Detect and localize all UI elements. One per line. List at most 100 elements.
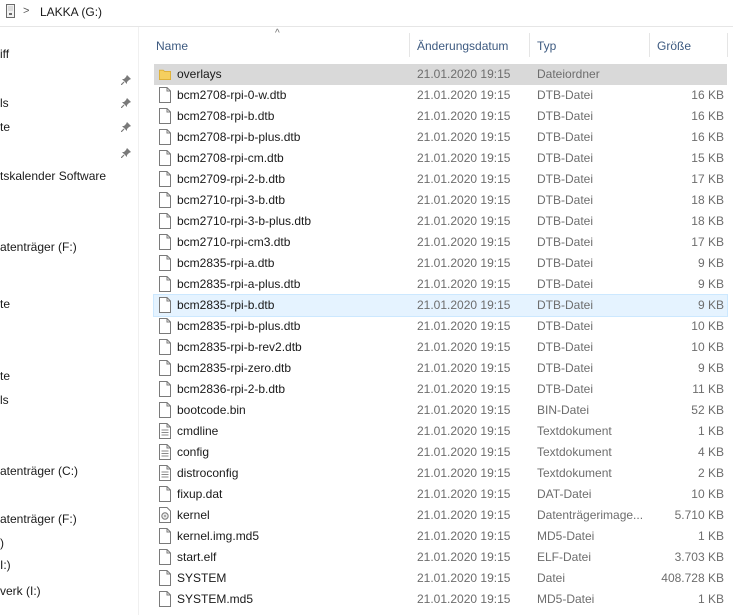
file-name: bcm2710-rpi-3-b.dtb — [177, 193, 286, 207]
file-name: bcm2835-rpi-a-plus.dtb — [177, 277, 301, 291]
nav-item[interactable]: te — [0, 366, 10, 386]
column-header-date[interactable]: Änderungsdatum — [417, 39, 508, 53]
file-name: bcm2708-rpi-b.dtb — [177, 109, 275, 123]
file-row[interactable]: overlays 21.01.2020 19:15 Dateiordner — [154, 64, 727, 85]
file-type: DTB-Datei — [537, 277, 594, 291]
file-type: Datei — [537, 571, 566, 585]
file-date: 21.01.2020 19:15 — [417, 403, 511, 417]
nav-item[interactable]: verk (I:) — [0, 581, 41, 601]
file-type: DTB-Datei — [537, 130, 594, 144]
file-row[interactable]: kernel 21.01.2020 19:15 Datenträgerimage..… — [154, 505, 727, 526]
file-name: bcm2835-rpi-b-rev2.dtb — [177, 340, 302, 354]
file-row[interactable]: SYSTEM.md5 21.01.2020 19:15 MD5-Datei 1 KB — [154, 589, 727, 610]
file-row[interactable]: config 21.01.2020 19:15 Textdokument 4 KB — [154, 442, 727, 463]
file-type: DTB-Datei — [537, 319, 594, 333]
file-date: 21.01.2020 19:15 — [417, 424, 511, 438]
column-divider[interactable] — [409, 33, 410, 57]
file-type: DTB-Datei — [537, 214, 594, 228]
column-divider[interactable] — [727, 33, 728, 57]
file-size: 408.728 KB — [661, 571, 724, 585]
file-row[interactable]: bcm2710-rpi-3-b.dtb 21.01.2020 19:15 DTB-D… — [154, 190, 727, 211]
file-name: fixup.dat — [177, 487, 223, 501]
folder-icon — [159, 69, 171, 80]
file-row[interactable]: bcm2710-rpi-cm3.dtb 21.01.2020 19:15 DTB-D… — [154, 232, 727, 253]
nav-item[interactable]: te — [0, 117, 10, 137]
nav-item[interactable]: I:) — [0, 555, 11, 575]
file-row[interactable]: bcm2835-rpi-b-plus.dtb 21.01.2020 19:15 DT… — [154, 316, 727, 337]
file-row[interactable]: bootcode.bin 21.01.2020 19:15 BIN-Datei 52 … — [154, 400, 727, 421]
file-date: 21.01.2020 19:15 — [417, 235, 511, 249]
file-row[interactable]: bcm2708-rpi-b.dtb 21.01.2020 19:15 DTB-Dat… — [154, 106, 727, 127]
file-name: bcm2708-rpi-0-w.dtb — [177, 88, 287, 102]
file-type: DTB-Datei — [537, 256, 594, 270]
file-row[interactable]: bcm2710-rpi-3-b-plus.dtb 21.01.2020 19:15… — [154, 211, 727, 232]
file-row[interactable]: bcm2835-rpi-a-plus.dtb 21.01.2020 19:15 DT… — [154, 274, 727, 295]
file-icon — [159, 339, 171, 355]
file-icon — [159, 150, 171, 166]
file-row[interactable]: bcm2836-rpi-2-b.dtb 21.01.2020 19:15 DTB-D… — [154, 379, 727, 400]
column-header-type[interactable]: Typ — [537, 39, 556, 53]
file-date: 21.01.2020 19:15 — [417, 361, 511, 375]
file-icon — [159, 213, 171, 229]
file-date: 21.01.2020 19:15 — [417, 466, 511, 480]
pin-icon[interactable] — [121, 75, 131, 85]
file-date: 21.01.2020 19:15 — [417, 382, 511, 396]
file-type: BIN-Datei — [537, 403, 590, 417]
file-date: 21.01.2020 19:15 — [417, 571, 511, 585]
pin-icon[interactable] — [121, 122, 131, 132]
pin-icon[interactable] — [121, 98, 131, 108]
sort-ascending-icon: ^ — [275, 28, 280, 39]
nav-item[interactable]: atenträger (F:) — [0, 237, 77, 257]
nav-item[interactable]: ls — [0, 390, 9, 410]
file-row[interactable]: distroconfig 21.01.2020 19:15 Textdokument… — [154, 463, 727, 484]
file-row[interactable]: bcm2835-rpi-b.dtb 21.01.2020 19:15 DTB-Dat… — [153, 294, 728, 317]
column-divider[interactable] — [649, 33, 650, 57]
nav-item[interactable]: te — [0, 294, 10, 314]
address-bar[interactable]: > LAKKA (G:) — [0, 0, 733, 27]
file-size: 10 KB — [691, 319, 724, 333]
nav-item[interactable]: ls — [0, 93, 9, 113]
pin-icon[interactable] — [121, 148, 131, 158]
file-row[interactable]: bcm2835-rpi-a.dtb 21.01.2020 19:15 DTB-Dat… — [154, 253, 727, 274]
nav-item[interactable]: tskalender Software — [0, 166, 106, 186]
file-name: bcm2835-rpi-b-plus.dtb — [177, 319, 301, 333]
file-row[interactable]: bcm2708-rpi-0-w.dtb 21.01.2020 19:15 DTB-D… — [154, 85, 727, 106]
file-row[interactable]: bcm2709-rpi-2-b.dtb 21.01.2020 19:15 DTB-D… — [154, 169, 727, 190]
file-row[interactable]: bcm2708-rpi-cm.dtb 21.01.2020 19:15 DTB-Da… — [154, 148, 727, 169]
file-date: 21.01.2020 19:15 — [417, 214, 511, 228]
file-type: DTB-Datei — [537, 88, 594, 102]
file-row[interactable]: cmdline 21.01.2020 19:15 Textdokument 1 KB — [154, 421, 727, 442]
file-type: Textdokument — [537, 424, 612, 438]
file-size: 16 KB — [691, 130, 724, 144]
column-header-name[interactable]: Name — [156, 39, 188, 53]
file-row[interactable]: bcm2835-rpi-zero.dtb 21.01.2020 19:15 DTB-… — [154, 358, 727, 379]
file-name: kernel — [177, 508, 210, 522]
text-file-icon — [159, 423, 171, 439]
file-size: 5.710 KB — [674, 508, 724, 522]
file-type: DAT-Datei — [537, 487, 592, 501]
file-list[interactable]: ^ Name Änderungsdatum Typ Größe overlays… — [142, 27, 733, 615]
file-size: 10 KB — [691, 487, 724, 501]
file-row[interactable]: SYSTEM 21.01.2020 19:15 Datei 408.728 KB — [154, 568, 727, 589]
file-row[interactable]: bcm2708-rpi-b-plus.dtb 21.01.2020 19:15 DT… — [154, 127, 727, 148]
file-name: bcm2835-rpi-zero.dtb — [177, 361, 292, 375]
nav-item[interactable]: iff — [0, 44, 9, 64]
nav-item[interactable]: atenträger (C:) — [0, 461, 78, 481]
file-row[interactable]: kernel.img.md5 21.01.2020 19:15 MD5-Datei 1… — [154, 526, 727, 547]
nav-item[interactable]: atenträger (F:) — [0, 509, 77, 529]
text-file-icon — [159, 444, 171, 460]
file-name: config — [177, 445, 210, 459]
file-row[interactable]: bcm2835-rpi-b-rev2.dtb 21.01.2020 19:15 DT… — [154, 337, 727, 358]
column-header-size[interactable]: Größe — [657, 39, 691, 53]
file-row[interactable]: start.elf 21.01.2020 19:15 ELF-Datei 3.703 … — [154, 547, 727, 568]
column-divider[interactable] — [529, 33, 530, 57]
file-row[interactable]: fixup.dat 21.01.2020 19:15 DAT-Datei 10 KB — [154, 484, 727, 505]
file-size: 3.703 KB — [674, 550, 724, 564]
nav-item[interactable]: ) — [0, 533, 4, 553]
navigation-pane[interactable]: iff ls te tskalender Software atenträger (F:… — [0, 27, 139, 615]
file-icon — [159, 255, 171, 271]
breadcrumb-drive[interactable]: LAKKA (G:) — [40, 5, 102, 19]
breadcrumb-chevron-icon[interactable]: > — [23, 5, 29, 17]
column-header-row: ^ Name Änderungsdatum Typ Größe — [142, 27, 733, 63]
file-date: 21.01.2020 19:15 — [417, 487, 511, 501]
